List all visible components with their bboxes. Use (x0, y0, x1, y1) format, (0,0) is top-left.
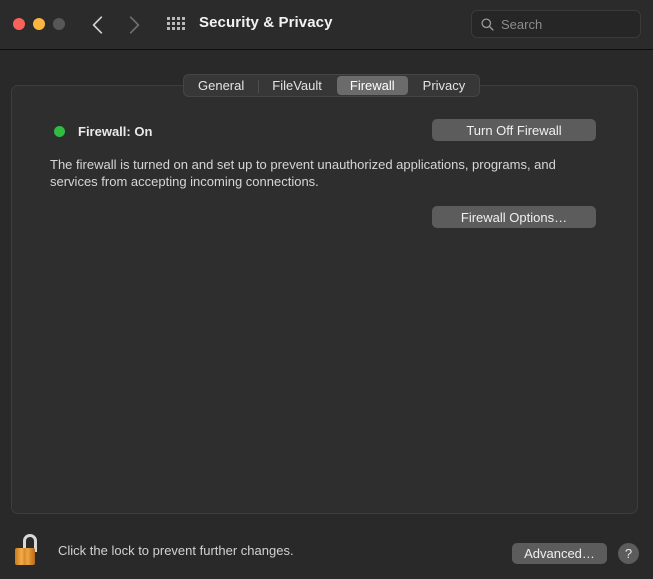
traffic-light-group (13, 18, 65, 30)
firewall-status-label: Firewall: On (78, 124, 153, 139)
turn-off-firewall-button[interactable]: Turn Off Firewall (432, 119, 596, 141)
tab-filevault[interactable]: FileVault (258, 76, 335, 95)
help-button[interactable]: ? (618, 543, 639, 564)
tab-privacy[interactable]: Privacy (410, 76, 479, 95)
search-input[interactable]: Search (471, 10, 641, 38)
close-window-button[interactable] (13, 18, 25, 30)
padlock-body (15, 548, 35, 565)
navigation-arrows (86, 14, 145, 36)
tab-general[interactable]: General (185, 76, 257, 95)
maximize-window-button[interactable] (53, 18, 65, 30)
page-title: Security & Privacy (199, 14, 333, 31)
back-chevron-left-icon[interactable] (86, 14, 108, 36)
advanced-button[interactable]: Advanced… (512, 543, 607, 564)
preference-tab-bar: General FileVault Firewall Privacy (183, 74, 481, 97)
tab-firewall[interactable]: Firewall (336, 76, 408, 95)
window-toolbar: Security & Privacy Search (0, 0, 653, 50)
firewall-options-button[interactable]: Firewall Options… (432, 206, 596, 228)
status-indicator-dot (54, 126, 65, 137)
lock-control[interactable]: Click the lock to prevent further change… (14, 534, 294, 566)
lock-message: Click the lock to prevent further change… (58, 542, 294, 558)
firewall-description: The firewall is turned on and set up to … (50, 157, 556, 189)
search-placeholder: Search (501, 16, 543, 32)
unlocked-padlock-icon[interactable] (14, 534, 40, 566)
search-icon (481, 17, 494, 31)
forward-chevron-right-icon[interactable] (123, 14, 145, 36)
show-all-grid-icon[interactable] (167, 17, 187, 30)
firewall-content-panel: Firewall: On Turn Off Firewall The firew… (11, 85, 638, 514)
minimize-window-button[interactable] (33, 18, 45, 30)
firewall-status-row: Firewall: On (54, 124, 152, 139)
